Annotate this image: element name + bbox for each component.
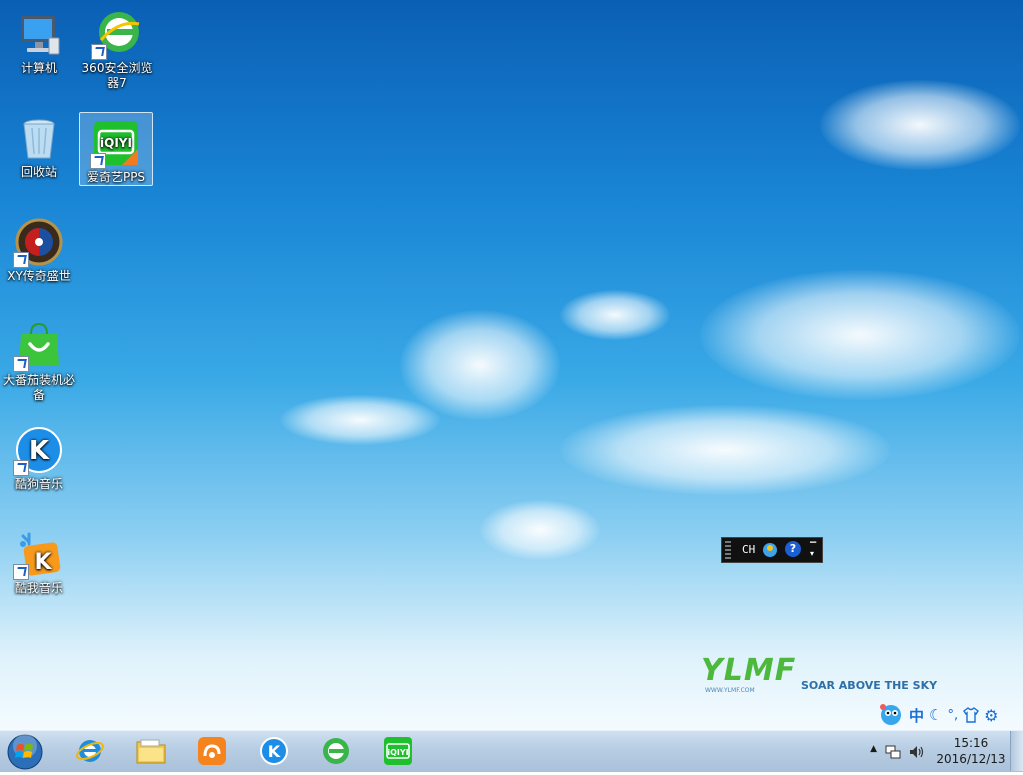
shirt-icon[interactable] <box>963 707 980 723</box>
clock-date: 2016/12/13 <box>936 752 1006 766</box>
windows-orb-icon <box>7 734 43 770</box>
taskbar-uc-browser[interactable] <box>186 734 238 768</box>
shortcut-arrow-icon <box>13 252 29 268</box>
icon-label: 爱奇艺PPS <box>86 170 146 184</box>
taskbar-kugou[interactable]: K <box>248 734 300 768</box>
ime-toolbar[interactable]: 中 ☾ °, ⚙ <box>878 702 998 728</box>
icon-label: 酷狗音乐 <box>14 477 63 491</box>
language-code[interactable]: CH <box>742 543 755 556</box>
desktop-icon-xy-game[interactable]: XY传奇盛世 <box>3 212 75 284</box>
desktop-icon-tomato-installer[interactable]: 大番茄装机必备 <box>3 316 75 403</box>
desktop-icon-recycle-bin[interactable]: 回收站 <box>3 108 75 180</box>
ylmf-watermark: YLMF SOAR ABOVE THE SKY WWW.YLMF.COM <box>697 653 947 695</box>
cloud <box>560 405 890 495</box>
desktop-icon-computer[interactable]: 计算机 <box>3 4 75 76</box>
ylmf-tagline: SOAR ABOVE THE SKY <box>801 679 938 692</box>
taskbar-ie[interactable] <box>64 734 116 768</box>
input-method-icon[interactable] <box>762 542 778 558</box>
360-browser-icon <box>323 738 349 764</box>
iqiyi-icon: iQIYI <box>384 737 412 765</box>
internet-explorer-icon <box>76 740 104 762</box>
svg-text:iQIYI: iQIYI <box>100 136 132 150</box>
drag-handle[interactable] <box>725 541 731 559</box>
icon-label: XY传奇盛世 <box>7 269 71 283</box>
taskbar-360-browser[interactable] <box>310 734 362 768</box>
shortcut-arrow-icon <box>13 460 29 476</box>
cloud <box>820 80 1020 170</box>
gear-icon[interactable]: ⚙ <box>984 706 998 725</box>
clock-time: 15:16 <box>953 736 989 750</box>
ylmf-logo: YLMF <box>701 653 797 688</box>
help-icon[interactable]: ? <box>785 541 801 557</box>
shortcut-arrow-icon <box>13 564 29 580</box>
uc-browser-icon <box>198 737 226 765</box>
input-mode-indicator[interactable]: 中 <box>909 705 924 726</box>
start-button[interactable] <box>6 733 44 771</box>
show-hidden-icons-button[interactable]: ▲ <box>870 744 877 754</box>
cloud <box>560 290 670 340</box>
taskbar-iqiyi[interactable]: iQIYI <box>372 734 424 768</box>
svg-text:K: K <box>268 742 281 761</box>
icon-label: 计算机 <box>20 61 57 75</box>
ylmf-url: WWW.YLMF.COM <box>705 687 755 694</box>
desktop-icon-iqiyi[interactable]: iQIYI 爱奇艺PPS <box>79 112 153 186</box>
mascot-icon[interactable] <box>878 703 904 727</box>
kugou-icon: K <box>260 737 288 765</box>
shortcut-arrow-icon <box>13 356 29 372</box>
chevron-down-icon[interactable]: ▔ ▾ <box>810 543 816 558</box>
network-icon[interactable] <box>885 744 901 760</box>
computer-icon <box>21 16 60 55</box>
moon-icon[interactable]: ☾ <box>929 706 942 724</box>
icon-label: 酷我音乐 <box>14 581 63 595</box>
desktop[interactable]: 计算机 360安全浏览器7 回收站 iQIYI 爱奇艺PPS XY传奇盛世 大番… <box>0 0 1023 730</box>
volume-icon[interactable] <box>909 744 925 760</box>
icon-label: 大番茄装机必备 <box>3 373 76 402</box>
language-bar[interactable]: CH ? ▔ ▾ <box>721 537 823 563</box>
svg-text:iQIYI: iQIYI <box>387 748 408 757</box>
svg-text:K: K <box>29 436 50 466</box>
icon-label: 360安全浏览器7 <box>81 61 153 90</box>
desktop-icon-kugou[interactable]: K 酷狗音乐 <box>3 420 75 492</box>
cloud <box>480 500 600 560</box>
punctuation-toggle[interactable]: °, <box>947 708 958 723</box>
recycle-bin-icon <box>23 119 55 159</box>
shortcut-arrow-icon <box>90 153 106 169</box>
file-explorer-icon <box>136 739 166 764</box>
show-desktop-button[interactable] <box>1010 731 1023 771</box>
desktop-icon-kuwo[interactable]: K 酷我音乐 <box>3 524 75 596</box>
shortcut-arrow-icon <box>91 44 107 60</box>
desktop-icon-360-browser[interactable]: 360安全浏览器7 <box>81 4 153 91</box>
cloud <box>280 395 440 445</box>
cloud <box>700 270 1020 400</box>
icon-label: 回收站 <box>20 165 57 179</box>
cloud <box>400 310 560 420</box>
svg-text:K: K <box>34 550 52 575</box>
clock[interactable]: 15:16 2016/12/13 <box>935 735 1007 767</box>
taskbar: K iQIYI ▲ 15:16 2016/12/13 <box>0 730 1023 772</box>
taskbar-explorer[interactable] <box>125 734 177 768</box>
